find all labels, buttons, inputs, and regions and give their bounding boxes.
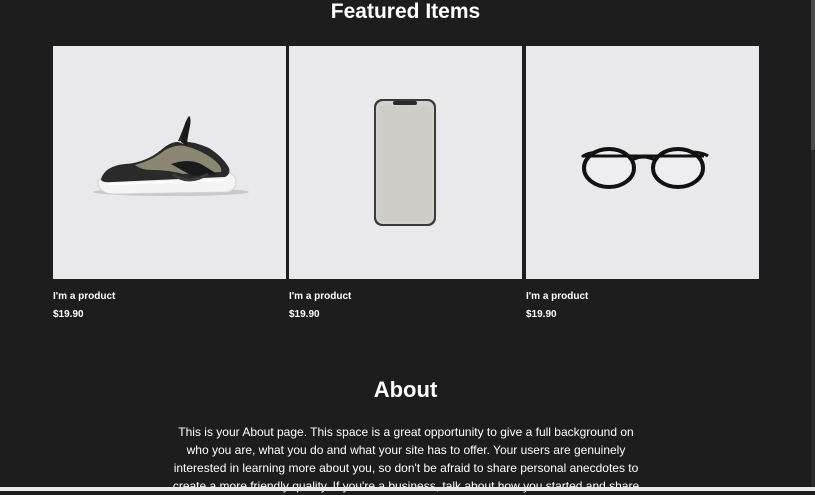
product-image[interactable] <box>526 46 759 279</box>
product-card-sneaker[interactable]: I'm a product $19.90 <box>53 46 286 326</box>
product-image[interactable] <box>289 46 522 279</box>
about-heading: About <box>373 377 438 402</box>
smartphone-icon <box>374 99 436 226</box>
product-price: $19.90 <box>289 309 320 320</box>
product-image[interactable] <box>53 46 286 279</box>
featured-items-heading: Featured Items <box>330 0 481 23</box>
product-price: $19.90 <box>526 309 557 320</box>
product-name[interactable]: I'm a product <box>526 291 588 303</box>
product-card-smartphone[interactable]: I'm a product $19.90 <box>289 46 522 326</box>
scrollbar-thumb[interactable] <box>811 0 815 150</box>
product-gallery: I'm a product $19.90 I'm a product $19.9… <box>53 46 759 326</box>
about-paragraph: This is your About page. This space is a… <box>172 425 640 493</box>
product-name[interactable]: I'm a product <box>53 291 115 303</box>
product-card-eyeglasses[interactable]: I'm a product $19.90 <box>526 46 759 326</box>
eyeglasses-icon <box>580 147 709 189</box>
sneaker-icon <box>93 116 249 196</box>
product-price: $19.90 <box>53 309 84 320</box>
product-name[interactable]: I'm a product <box>289 291 351 303</box>
page: Featured Items I'm a product $19.90 I'm … <box>0 0 811 493</box>
bottom-edge <box>0 487 815 491</box>
